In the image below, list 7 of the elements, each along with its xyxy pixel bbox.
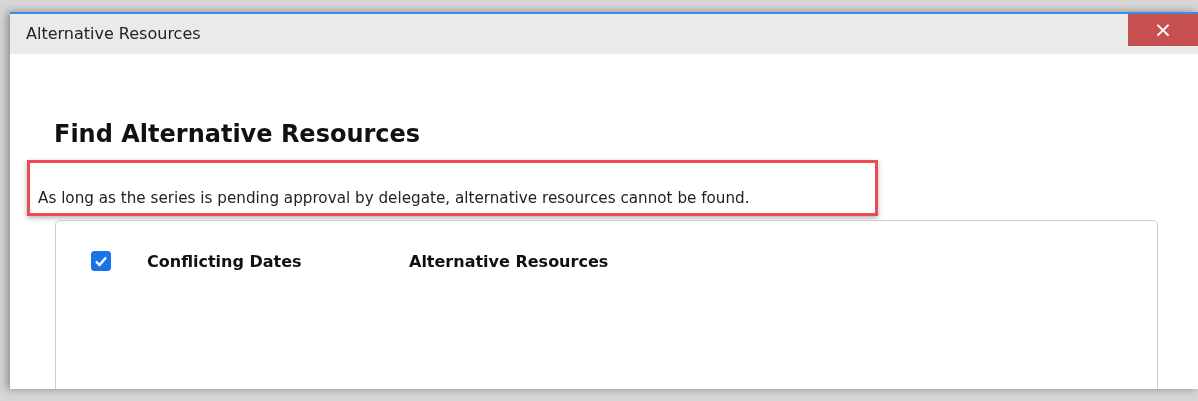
page-heading: Find Alternative Resources xyxy=(54,120,422,148)
window-title: Alternative Resources xyxy=(25,23,201,43)
select-all-checkbox[interactable] xyxy=(91,251,111,271)
column-header: Alternative Resources xyxy=(409,251,609,271)
info-message: As long as the series is pending approval by delegate, alternative resources cannot be found. xyxy=(38,189,751,207)
close-button[interactable]: × xyxy=(1128,14,1198,46)
column-header: Conflicting Dates xyxy=(147,251,303,271)
